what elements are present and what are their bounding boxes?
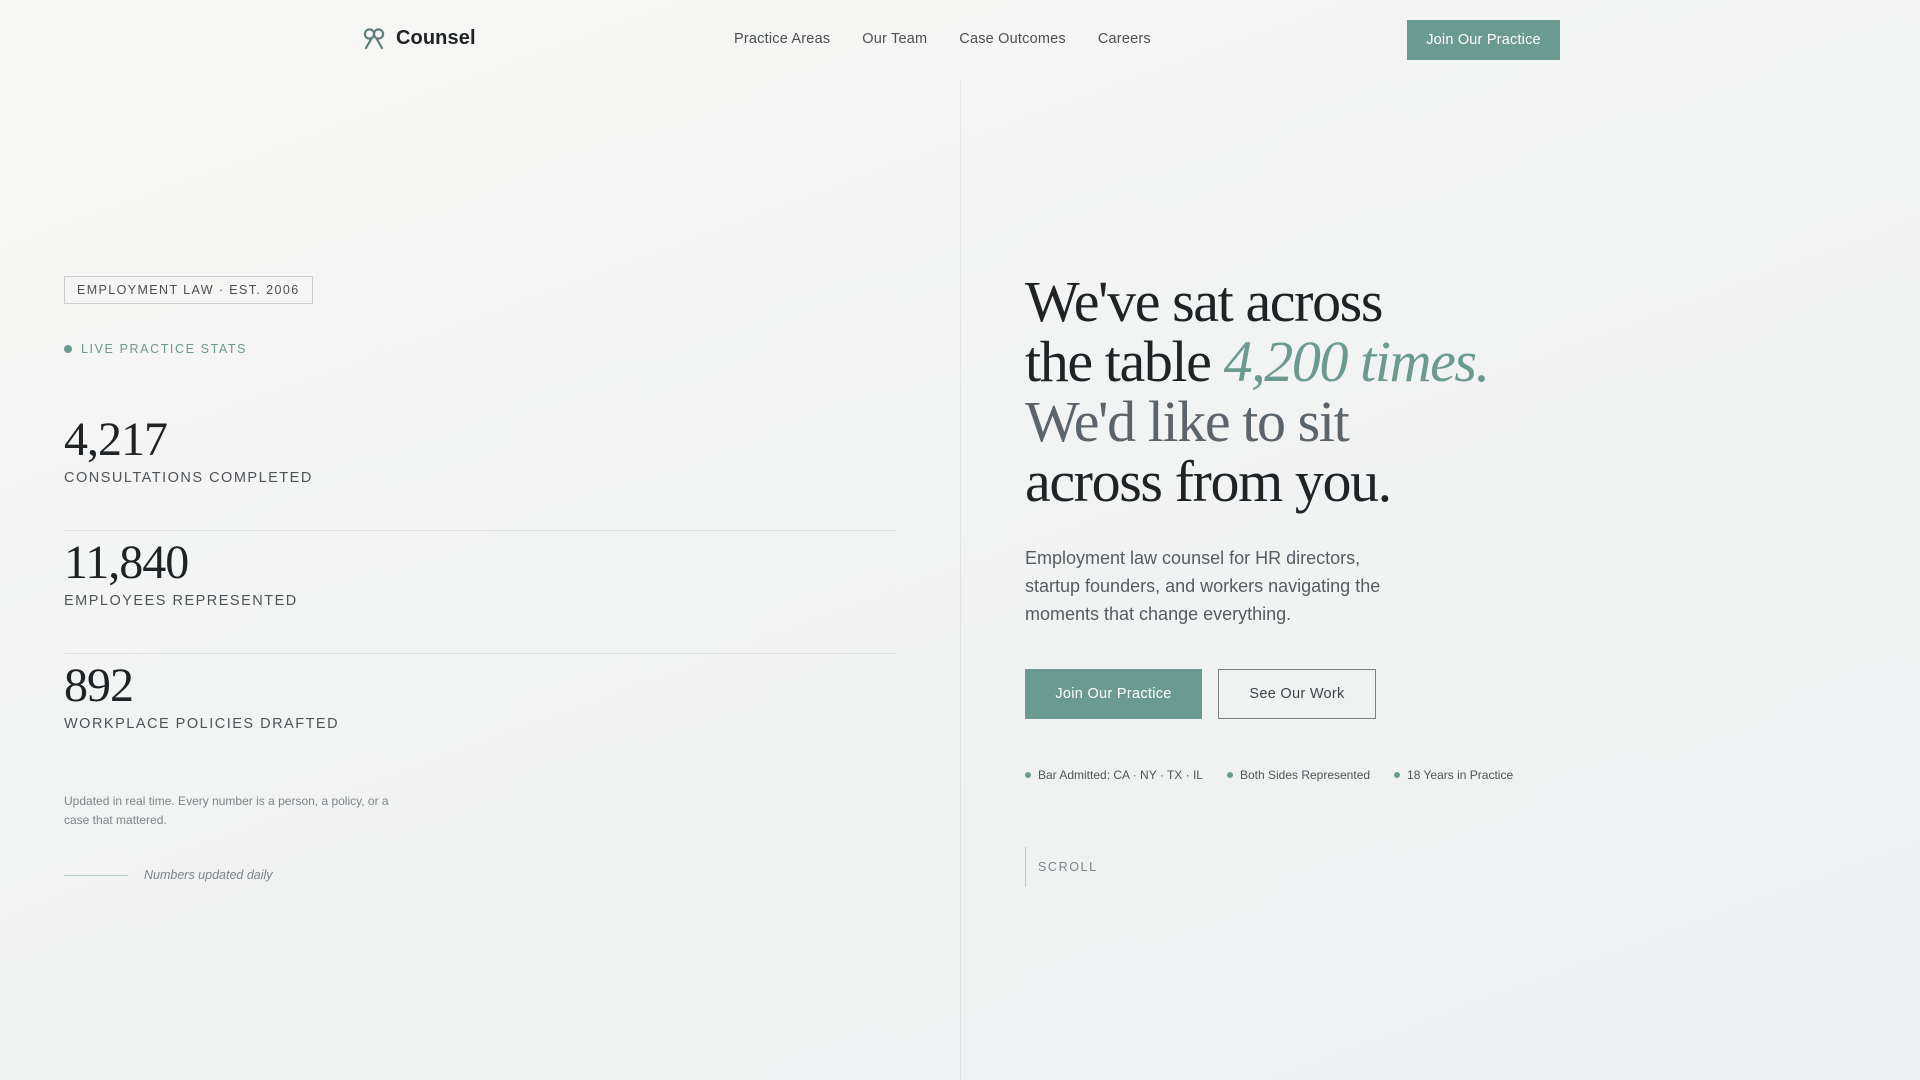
nav-link-practice-areas[interactable]: Practice Areas xyxy=(734,31,830,47)
brand-name: Counsel xyxy=(396,26,476,49)
nav-link-our-team[interactable]: Our Team xyxy=(862,31,927,47)
badge-label: 18 Years in Practice xyxy=(1407,768,1514,782)
hero-headline: We've sat across the table 4,200 times. … xyxy=(1025,272,1585,512)
nav-join-button[interactable]: Join Our Practice xyxy=(1407,20,1560,60)
live-dot-icon xyxy=(64,345,72,353)
stat-value: 11,840 xyxy=(64,536,189,589)
headline-line-2: the table 4,200 times. xyxy=(1025,332,1585,392)
stat-label: CONSULTATIONS COMPLETED xyxy=(64,470,313,486)
stat-item: 4,217 CONSULTATIONS COMPLETED xyxy=(64,408,896,531)
stat-item: 892 WORKPLACE POLICIES DRAFTED xyxy=(64,654,896,777)
updated-label: Numbers updated daily xyxy=(144,868,273,882)
stats-note: Updated in real time. Every number is a … xyxy=(64,794,389,827)
credential-badges: Bar Admitted: CA · NY · TX · IL Both Sid… xyxy=(1025,768,1513,782)
column-divider xyxy=(960,80,961,1080)
updated-rule xyxy=(64,874,128,876)
hero-subtext: Employment law counsel for HR directors,… xyxy=(1025,548,1381,624)
see-our-work-button[interactable]: See Our Work xyxy=(1218,669,1376,719)
brand[interactable]: Counsel xyxy=(362,26,476,50)
live-stats-indicator: LIVE PRACTICE STATS xyxy=(64,342,247,356)
bullet-icon xyxy=(1226,772,1233,778)
live-stats-label: LIVE PRACTICE STATS xyxy=(81,342,248,356)
headline-accent: 4,200 times. xyxy=(1223,329,1491,394)
headline-line-2-prefix: the table xyxy=(1025,329,1224,394)
nav-links: Practice Areas Our Team Case Outcomes Ca… xyxy=(734,31,1151,47)
scroll-indicator[interactable]: SCROLL xyxy=(1025,847,1098,887)
stat-item: 11,840 EMPLOYEES REPRESENTED xyxy=(64,531,896,654)
nav-link-case-outcomes[interactable]: Case Outcomes xyxy=(959,31,1066,47)
badge-both-sides: Both Sides Represented xyxy=(1226,768,1371,782)
stat-label: EMPLOYEES REPRESENTED xyxy=(64,593,298,609)
stat-value: 892 xyxy=(64,659,134,712)
top-nav: Counsel Practice Areas Our Team Case Out… xyxy=(0,0,1920,80)
badge-bar-admitted: Bar Admitted: CA · NY · TX · IL xyxy=(1025,768,1203,782)
nav-link-careers[interactable]: Careers xyxy=(1098,31,1151,47)
stats-list: 4,217 CONSULTATIONS COMPLETED 11,840 EMP… xyxy=(64,408,896,777)
headline-line-4: across from you. xyxy=(1025,449,1392,514)
stat-value: 4,217 xyxy=(64,413,168,466)
badge-label: Bar Admitted: CA · NY · TX · IL xyxy=(1038,768,1203,782)
bullet-icon xyxy=(1394,772,1401,778)
scales-logo-icon xyxy=(363,28,385,50)
headline-line-1: We've sat across xyxy=(1025,269,1383,334)
badge-label: Both Sides Represented xyxy=(1239,768,1371,782)
practice-tagline: EMPLOYMENT LAW · EST. 2006 xyxy=(64,276,313,304)
badge-years: 18 Years in Practice xyxy=(1394,768,1513,782)
headline-line-3: We'd like to sit xyxy=(1025,389,1350,454)
updated-indicator: Numbers updated daily xyxy=(64,868,273,882)
stat-label: WORKPLACE POLICIES DRAFTED xyxy=(64,716,340,732)
bullet-icon xyxy=(1025,772,1031,778)
join-practice-button[interactable]: Join Our Practice xyxy=(1025,669,1202,719)
